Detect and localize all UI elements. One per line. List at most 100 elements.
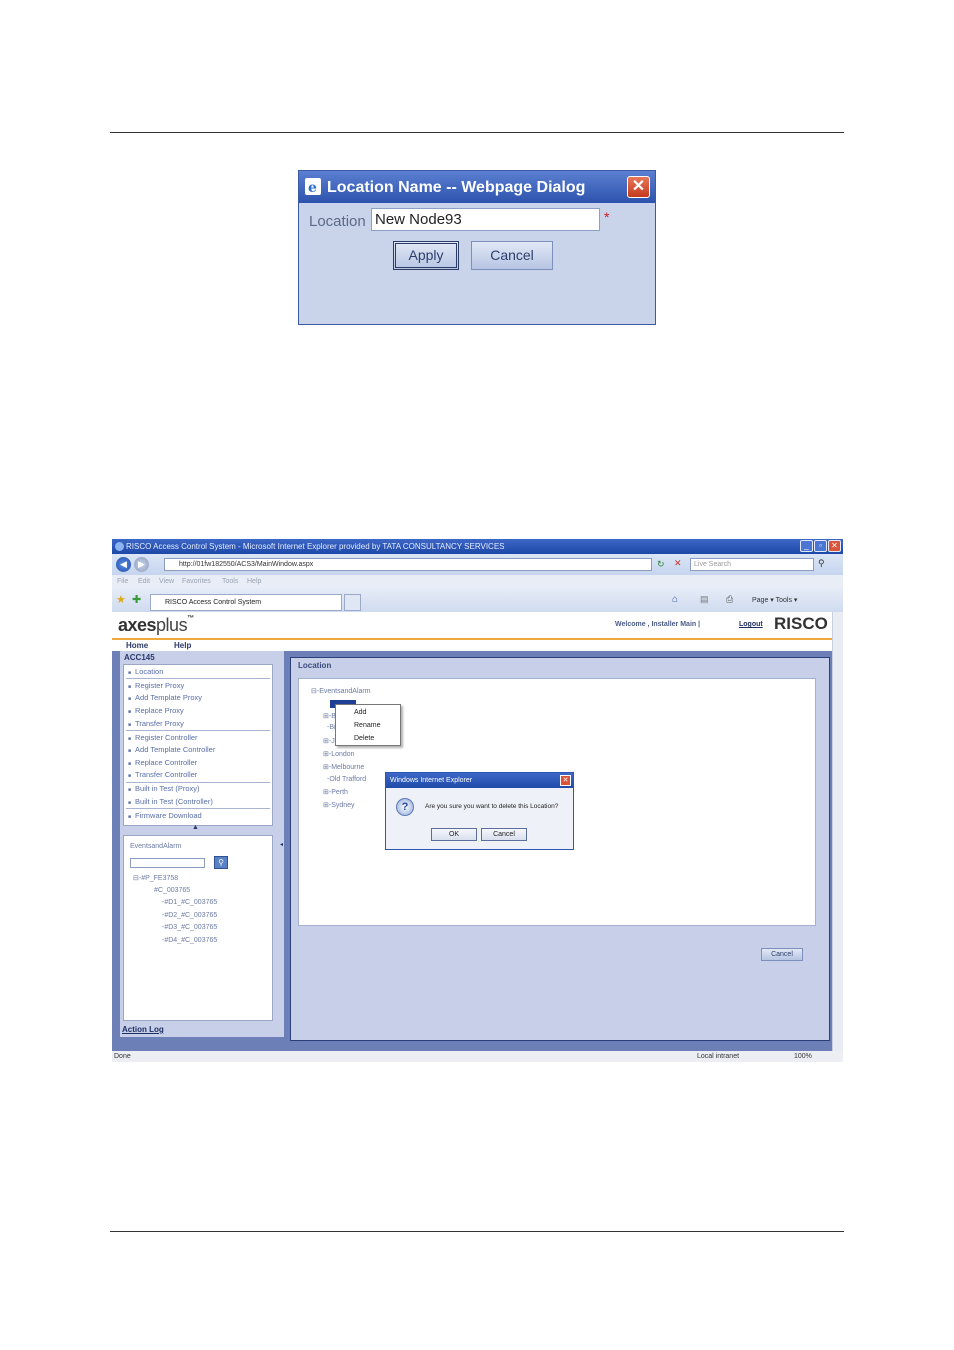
- back-icon[interactable]: ◀: [116, 557, 131, 572]
- ie-icon: e: [305, 178, 321, 195]
- menu-separator: [126, 782, 270, 783]
- status-text: Done: [114, 1053, 131, 1060]
- context-add[interactable]: Add: [354, 709, 366, 716]
- menu-bit-controller[interactable]: Built in Test (Controller): [128, 797, 213, 806]
- left-menu: Location Register Proxy Add Template Pro…: [123, 664, 273, 826]
- cancel-button[interactable]: Cancel: [471, 241, 553, 270]
- collapse-arrow-icon[interactable]: ▲: [192, 824, 199, 831]
- menu-tools[interactable]: Tools: [222, 578, 238, 585]
- question-icon: ?: [396, 798, 414, 816]
- tree-node[interactable]: -#D3_#C_003765: [162, 924, 217, 931]
- menu-favorites[interactable]: Favorites: [182, 578, 211, 585]
- menu-transfer-proxy[interactable]: Transfer Proxy: [128, 719, 184, 728]
- location-panel: Location ⊟-EventsandAlarm ⊞-Br -Bi ⊞-Ja …: [290, 657, 830, 1041]
- stop-icon[interactable]: ✕: [674, 558, 682, 569]
- menu-register-proxy[interactable]: Register Proxy: [128, 681, 184, 690]
- panel-name: ACC145: [124, 653, 155, 662]
- svg-text:e: e: [308, 180, 317, 195]
- menu-separator: [126, 808, 270, 809]
- minimize-icon[interactable]: _: [800, 540, 813, 552]
- favorites-star-icon[interactable]: ★: [116, 593, 126, 606]
- address-bar: ◀ ▶ http://01fw182550/ACS3/MainWindow.as…: [112, 554, 843, 575]
- location-name-dialog: e Location Name -- Webpage Dialog ✕ Loca…: [298, 170, 656, 325]
- axesplus-logo: axesplus™: [118, 615, 194, 635]
- add-favorite-icon[interactable]: ✚: [132, 593, 141, 606]
- apply-button[interactable]: Apply: [393, 241, 459, 270]
- location-node[interactable]: ⊞-Sydney: [323, 801, 355, 809]
- confirm-title: Windows Internet Explorer: [390, 777, 473, 784]
- left-panel: ACC145 Location Register Proxy Add Templ…: [120, 651, 284, 1037]
- dialog-title: Location Name -- Webpage Dialog: [327, 179, 586, 196]
- context-menu: Add Rename Delete: [335, 704, 401, 746]
- context-rename[interactable]: Rename: [354, 722, 380, 729]
- logout-link[interactable]: Logout: [739, 621, 763, 628]
- context-delete[interactable]: Delete: [354, 735, 374, 742]
- forward-icon[interactable]: ▶: [134, 557, 149, 572]
- close-icon[interactable]: ✕: [828, 540, 841, 552]
- menu-app-help[interactable]: Help: [174, 641, 191, 650]
- location-input[interactable]: New Node93: [371, 208, 600, 231]
- page-tools-menu[interactable]: Page ▾ Tools ▾: [752, 596, 797, 604]
- menu-home[interactable]: Home: [126, 641, 148, 650]
- home-icon[interactable]: ⌂: [672, 594, 678, 605]
- dialog-title-bar: e Location Name -- Webpage Dialog ✕: [299, 171, 655, 203]
- menu-edit[interactable]: Edit: [138, 578, 150, 585]
- main-area: ACC145 Location Register Proxy Add Templ…: [112, 651, 832, 1051]
- close-icon[interactable]: ✕: [627, 176, 650, 198]
- url-field[interactable]: http://01fw182550/ACS3/MainWindow.aspx: [164, 558, 652, 571]
- menu-transfer-controller[interactable]: Transfer Controller: [128, 770, 197, 779]
- search-icon[interactable]: ⚲: [214, 856, 228, 869]
- menu-bit-proxy[interactable]: Built in Test (Proxy): [128, 784, 199, 793]
- ok-button[interactable]: OK: [431, 828, 477, 841]
- menu-firmware-download[interactable]: Firmware Download: [128, 811, 202, 820]
- location-node[interactable]: -Old Trafford: [327, 776, 366, 783]
- menu-help[interactable]: Help: [247, 578, 261, 585]
- app-header: axesplus™ Welcome , Installer Main | Log…: [112, 612, 843, 640]
- required-marker: *: [604, 209, 610, 225]
- menu-add-template-proxy[interactable]: Add Template Proxy: [128, 693, 202, 702]
- location-tree: ⊟-EventsandAlarm ⊞-Br -Bi ⊞-Ja ⊞-London …: [298, 678, 816, 926]
- action-log-link[interactable]: Action Log: [122, 1025, 164, 1034]
- top-rule: [110, 132, 844, 133]
- tree-node[interactable]: #C_003765: [154, 887, 190, 894]
- browser-window: RISCO Access Control System - Microsoft …: [112, 539, 843, 1062]
- menu-separator: [126, 678, 270, 679]
- tree-node[interactable]: -#D2_#C_003765: [162, 912, 217, 919]
- new-tab-button[interactable]: [344, 594, 361, 611]
- tree-search-input[interactable]: [130, 858, 205, 868]
- maximize-icon[interactable]: ▫: [814, 540, 827, 552]
- device-tree: EventsandAlarm ⚲ ⊟-#P_FE3758 #C_003765 -…: [123, 835, 273, 1021]
- menu-replace-controller[interactable]: Replace Controller: [128, 758, 197, 767]
- tree-node[interactable]: ⊟-#P_FE3758: [133, 874, 178, 882]
- vertical-scrollbar[interactable]: [832, 612, 843, 1051]
- zone-text: Local intranet: [697, 1053, 740, 1060]
- bottom-rule: [110, 1231, 844, 1232]
- feeds-icon[interactable]: ▤: [700, 594, 709, 605]
- menu-replace-proxy[interactable]: Replace Proxy: [128, 706, 184, 715]
- cancel-button[interactable]: Cancel: [761, 948, 803, 961]
- refresh-icon[interactable]: ↻: [657, 559, 665, 570]
- menu-file[interactable]: File: [117, 578, 128, 585]
- close-icon[interactable]: ✕: [560, 775, 571, 786]
- menu-add-template-controller[interactable]: Add Template Controller: [128, 745, 215, 754]
- section-title: Location: [298, 661, 332, 670]
- menu-location[interactable]: Location: [128, 667, 163, 676]
- splitter-handle[interactable]: ◂: [280, 841, 283, 848]
- menu-register-controller[interactable]: Register Controller: [128, 733, 198, 742]
- location-node[interactable]: ⊞-London: [323, 750, 355, 758]
- browser-tab[interactable]: RISCO Access Control System: [150, 594, 342, 611]
- location-node[interactable]: ⊞-Perth: [323, 788, 348, 796]
- location-node[interactable]: ⊞-Melbourne: [323, 763, 364, 771]
- welcome-text: Welcome , Installer Main |: [615, 621, 701, 628]
- cancel-button[interactable]: Cancel: [481, 828, 527, 841]
- tree-node[interactable]: -#D1_#C_003765: [162, 899, 217, 906]
- tree-node[interactable]: -#D4_#C_003765: [162, 937, 217, 944]
- search-icon[interactable]: ⚲: [818, 558, 825, 569]
- location-root[interactable]: ⊟-EventsandAlarm: [311, 687, 371, 695]
- search-input[interactable]: Live Search: [690, 558, 814, 571]
- confirm-dialog: Windows Internet Explorer ✕ ? Are you su…: [385, 772, 574, 850]
- menu-separator: [126, 730, 270, 731]
- print-icon[interactable]: ⎙: [726, 594, 733, 605]
- menu-view[interactable]: View: [159, 578, 174, 585]
- zoom-level[interactable]: 100%: [794, 1053, 812, 1060]
